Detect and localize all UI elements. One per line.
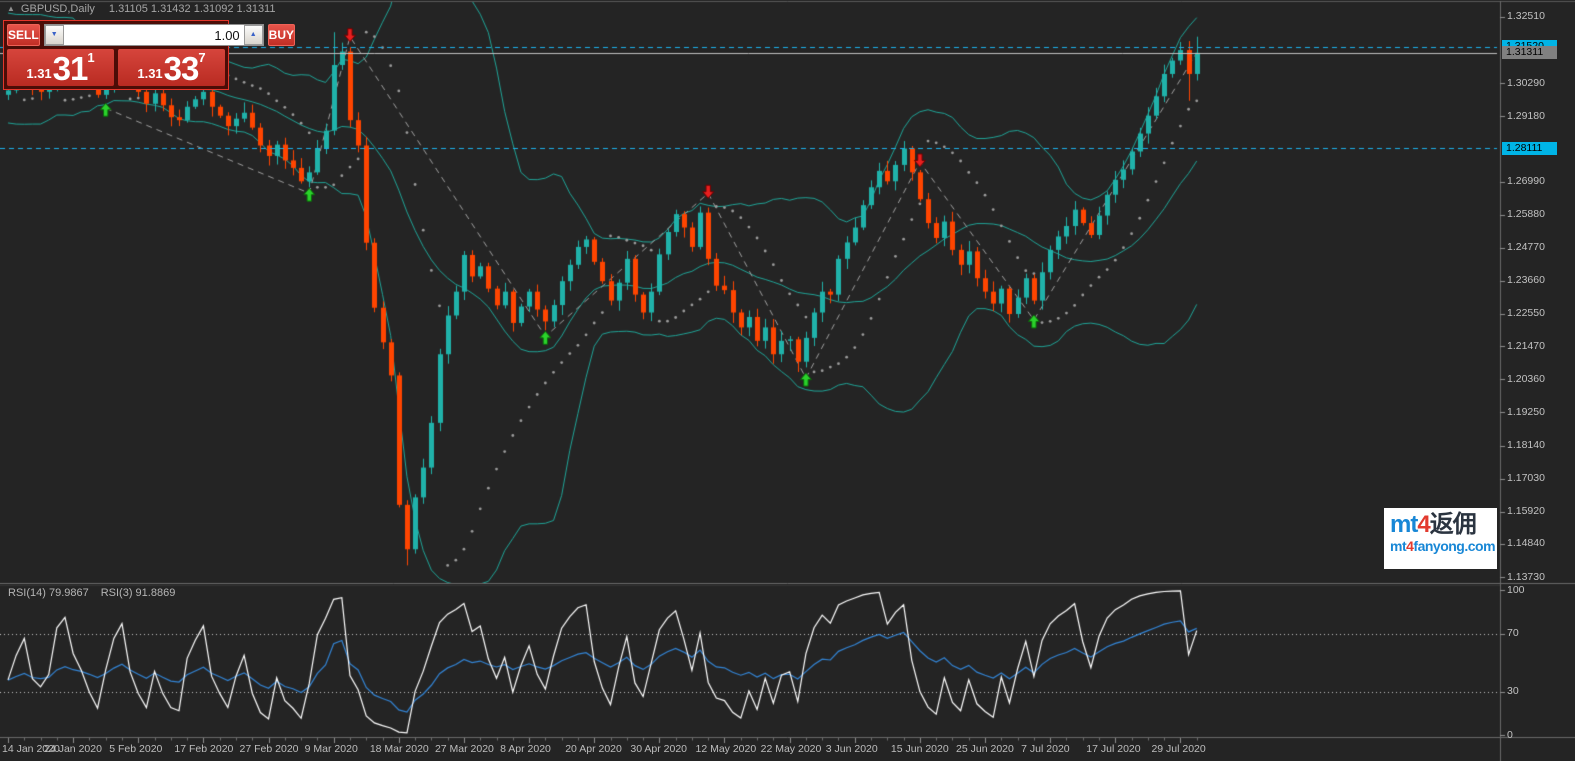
volume-input[interactable] xyxy=(63,25,244,45)
ask-price-point: 7 xyxy=(198,50,206,65)
watermark: mt4返佣 mt4fanyong.com xyxy=(1384,508,1497,569)
price-axis-label: 1.23660 xyxy=(1507,274,1545,287)
sell-button[interactable]: SELL xyxy=(7,24,40,46)
price-tag-1.31311: 1.31311 xyxy=(1502,46,1557,60)
ask-quote-button[interactable]: 1.31 33 7 xyxy=(118,49,225,86)
price-axis-label: 1.26990 xyxy=(1507,175,1545,188)
rsi-axis-label: 0 xyxy=(1507,728,1513,741)
price-axis-label: 1.21470 xyxy=(1507,339,1545,352)
date-axis-label: 27 Feb 2020 xyxy=(239,743,299,755)
date-axis-label: 24 Jan 2020 xyxy=(44,743,102,755)
rsi14-label: RSI(14) 79.9867 xyxy=(8,587,89,599)
date-axis-label: 22 May 2020 xyxy=(760,743,822,755)
price-axis-label: 1.32510 xyxy=(1507,10,1545,23)
date-axis-label: 8 Apr 2020 xyxy=(500,743,551,755)
ask-price-pips: 33 xyxy=(163,50,200,87)
price-axis-label: 1.19250 xyxy=(1507,405,1545,418)
price-tag-1.28111: 1.28111 xyxy=(1502,141,1557,155)
bid-price-point: 1 xyxy=(87,50,95,65)
price-axis-label: 1.24770 xyxy=(1507,241,1545,254)
rsi-indicator-label: RSI(14) 79.9867 RSI(3) 91.8869 xyxy=(8,587,187,599)
date-axis-label: 15 Jun 2020 xyxy=(890,743,949,755)
mt4-chart-window: ▲ GBPUSD,Daily 1.31105 1.31432 1.31092 1… xyxy=(0,0,1575,761)
volume-decrease-button[interactable]: ▼ xyxy=(44,25,64,45)
price-axis-label: 1.22550 xyxy=(1507,307,1545,320)
date-axis-label: 17 Feb 2020 xyxy=(174,743,234,755)
date-axis-label: 25 Jun 2020 xyxy=(956,743,1014,755)
rsi-axis-label: 30 xyxy=(1507,685,1519,697)
price-axis-label: 1.29180 xyxy=(1507,109,1545,122)
price-axis-label: 1.14840 xyxy=(1507,537,1545,550)
price-chart-canvas[interactable] xyxy=(0,0,1575,761)
ask-price-prefix: 1.31 xyxy=(137,66,163,81)
rsi-axis-label: 100 xyxy=(1507,583,1525,596)
price-axis-label: 1.13730 xyxy=(1507,570,1545,583)
price-axis-label: 1.20360 xyxy=(1507,372,1545,385)
bid-quote-button[interactable]: 1.31 31 1 xyxy=(7,49,114,86)
date-axis-label: 27 Mar 2020 xyxy=(434,743,494,755)
date-axis-label: 9 Mar 2020 xyxy=(304,743,358,755)
one-click-trading-panel: SELL ▼ ▲ BUY 1.31311 1.31337 xyxy=(3,20,296,90)
bid-price-prefix: 1.31 xyxy=(26,66,52,81)
volume-increase-button[interactable]: ▲ xyxy=(243,25,263,45)
rsi3-label: RSI(3) 91.8869 xyxy=(100,587,176,599)
date-axis-label: 7 Jul 2020 xyxy=(1021,743,1070,755)
chart-header: ▲ GBPUSD,Daily 1.31105 1.31432 1.31092 1… xyxy=(7,3,275,15)
date-axis-label: 18 Mar 2020 xyxy=(369,743,429,755)
watermark-url: mt4fanyong.com xyxy=(1390,538,1496,554)
volume-stepper: ▼ ▲ xyxy=(43,24,264,46)
date-axis-label: 3 Jun 2020 xyxy=(825,743,878,755)
price-axis-label: 1.15920 xyxy=(1507,505,1545,518)
date-axis-label: 30 Apr 2020 xyxy=(630,743,687,755)
ohlc-readout: 1.31105 1.31432 1.31092 1.31311 xyxy=(108,3,276,15)
price-axis-label: 1.18140 xyxy=(1507,439,1545,451)
date-axis-label: 17 Jul 2020 xyxy=(1086,743,1141,755)
bid-price-pips: 31 xyxy=(52,50,89,87)
chart-symbol-icon: ▲ xyxy=(7,3,15,13)
price-axis-label: 1.25880 xyxy=(1507,208,1545,221)
date-axis-label: 12 May 2020 xyxy=(695,743,757,755)
date-axis-label: 5 Feb 2020 xyxy=(109,743,163,755)
symbol-period-label: GBPUSD,Daily xyxy=(20,3,95,15)
watermark-logo: mt4返佣 xyxy=(1390,511,1477,538)
rsi-axis-label: 70 xyxy=(1507,627,1519,639)
buy-button[interactable]: BUY xyxy=(267,24,296,46)
price-axis-label: 1.17030 xyxy=(1507,472,1545,485)
date-axis-label: 29 Jul 2020 xyxy=(1151,743,1206,755)
price-axis-label: 1.30290 xyxy=(1507,76,1545,89)
date-axis-label: 20 Apr 2020 xyxy=(565,743,622,755)
